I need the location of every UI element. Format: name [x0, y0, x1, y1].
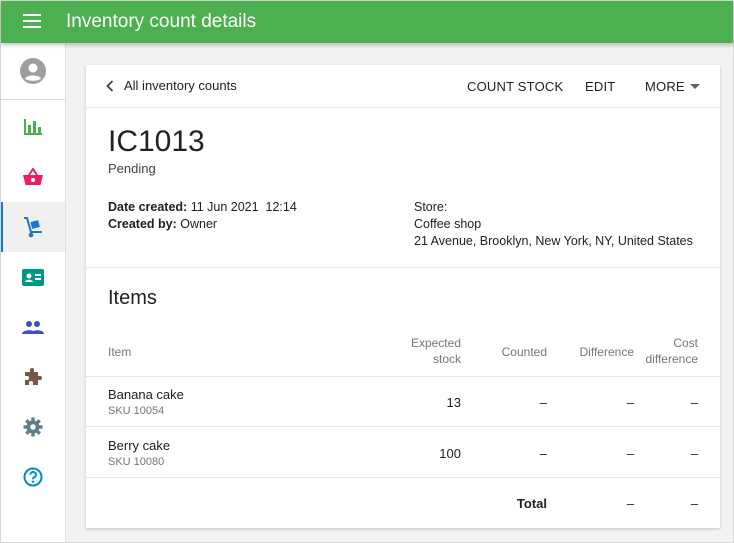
page-title: Inventory count details	[66, 11, 257, 32]
help-icon	[23, 467, 43, 487]
sidebar-item-inventory[interactable]	[1, 202, 65, 252]
item-sku: SKU 10080	[108, 456, 165, 468]
gear-icon	[23, 417, 43, 437]
item-name: Banana cake	[108, 387, 184, 402]
sidebar-item-reports[interactable]	[1, 102, 65, 152]
cost-difference-cell: –	[690, 395, 698, 410]
account-circle-icon	[20, 58, 46, 84]
column-header-cost-line1: Cost	[673, 336, 698, 350]
column-header-cost-line2: difference	[645, 352, 698, 366]
row-divider	[86, 376, 720, 377]
more-button[interactable]: MORE	[645, 79, 685, 94]
counted-cell: –	[539, 395, 547, 410]
bar-chart-icon	[24, 119, 42, 135]
side-nav	[1, 43, 66, 542]
id-card-icon	[22, 268, 44, 286]
sidebar-item-account[interactable]	[1, 43, 65, 100]
item-sku: SKU 10054	[108, 405, 165, 417]
date-created-label: Date created:	[108, 200, 188, 214]
sidebar-item-customers[interactable]	[1, 302, 65, 352]
column-header-cost-difference: Cost difference	[626, 335, 698, 367]
sidebar-item-employees[interactable]	[1, 252, 65, 302]
app-bar: Inventory count details	[1, 1, 733, 43]
inventory-count-card: All inventory counts COUNT STOCK EDIT MO…	[86, 65, 720, 528]
sidebar-item-help[interactable]	[1, 452, 65, 502]
item-name: Berry cake	[108, 438, 171, 453]
column-header-expected-line1: Expected	[410, 336, 461, 350]
basket-icon	[23, 168, 43, 185]
sidebar-item-sales[interactable]	[1, 152, 65, 202]
total-label: Total	[516, 496, 547, 511]
chevron-down-icon[interactable]	[690, 84, 700, 89]
cost-difference-cell: –	[690, 446, 698, 461]
items-title: Items	[108, 287, 157, 309]
column-header-item: Item	[108, 345, 132, 359]
divider	[86, 267, 720, 268]
counted-cell: –	[539, 446, 547, 461]
sidebar-item-integrations[interactable]	[1, 352, 65, 402]
back-link[interactable]: All inventory counts	[106, 78, 237, 93]
people-icon	[22, 321, 44, 334]
total-cost-difference: –	[690, 496, 698, 511]
count-status: Pending	[108, 161, 156, 176]
back-link-label: All inventory counts	[124, 78, 237, 93]
hand-truck-icon	[24, 217, 42, 238]
difference-cell: –	[626, 395, 634, 410]
chevron-left-icon	[106, 79, 114, 92]
store-address: 21 Avenue, Brooklyn, New York, NY, Unite…	[414, 234, 693, 248]
count-stock-button[interactable]: COUNT STOCK	[467, 79, 563, 94]
row-divider	[86, 477, 720, 478]
column-header-counted: Counted	[501, 345, 547, 359]
date-created-value: 11 Jun 2021 12:14	[190, 200, 297, 214]
total-difference: –	[626, 496, 634, 511]
difference-cell: –	[626, 446, 634, 461]
edit-button[interactable]: EDIT	[585, 79, 615, 94]
sidebar-item-settings[interactable]	[1, 402, 65, 452]
row-divider	[86, 426, 720, 427]
date-created: Date created: 11 Jun 2021 12:14	[108, 199, 297, 216]
card-toolbar: All inventory counts COUNT STOCK EDIT MO…	[86, 65, 720, 108]
created-by: Created by: Owner	[108, 216, 217, 233]
created-by-value: Owner	[180, 217, 218, 231]
store-name: Coffee shop	[414, 217, 482, 231]
column-header-difference: Difference	[579, 345, 634, 359]
menu-icon[interactable]	[23, 14, 41, 28]
expected-stock-cell: 13	[446, 395, 461, 410]
column-header-expected-line2: stock	[432, 352, 461, 366]
created-by-label: Created by:	[108, 217, 177, 231]
count-id: IC1013	[108, 125, 205, 158]
expected-stock-cell: 100	[439, 446, 461, 461]
store-label: Store:	[414, 200, 448, 214]
puzzle-icon	[25, 368, 42, 385]
column-header-expected-stock: Expected stock	[381, 335, 461, 367]
